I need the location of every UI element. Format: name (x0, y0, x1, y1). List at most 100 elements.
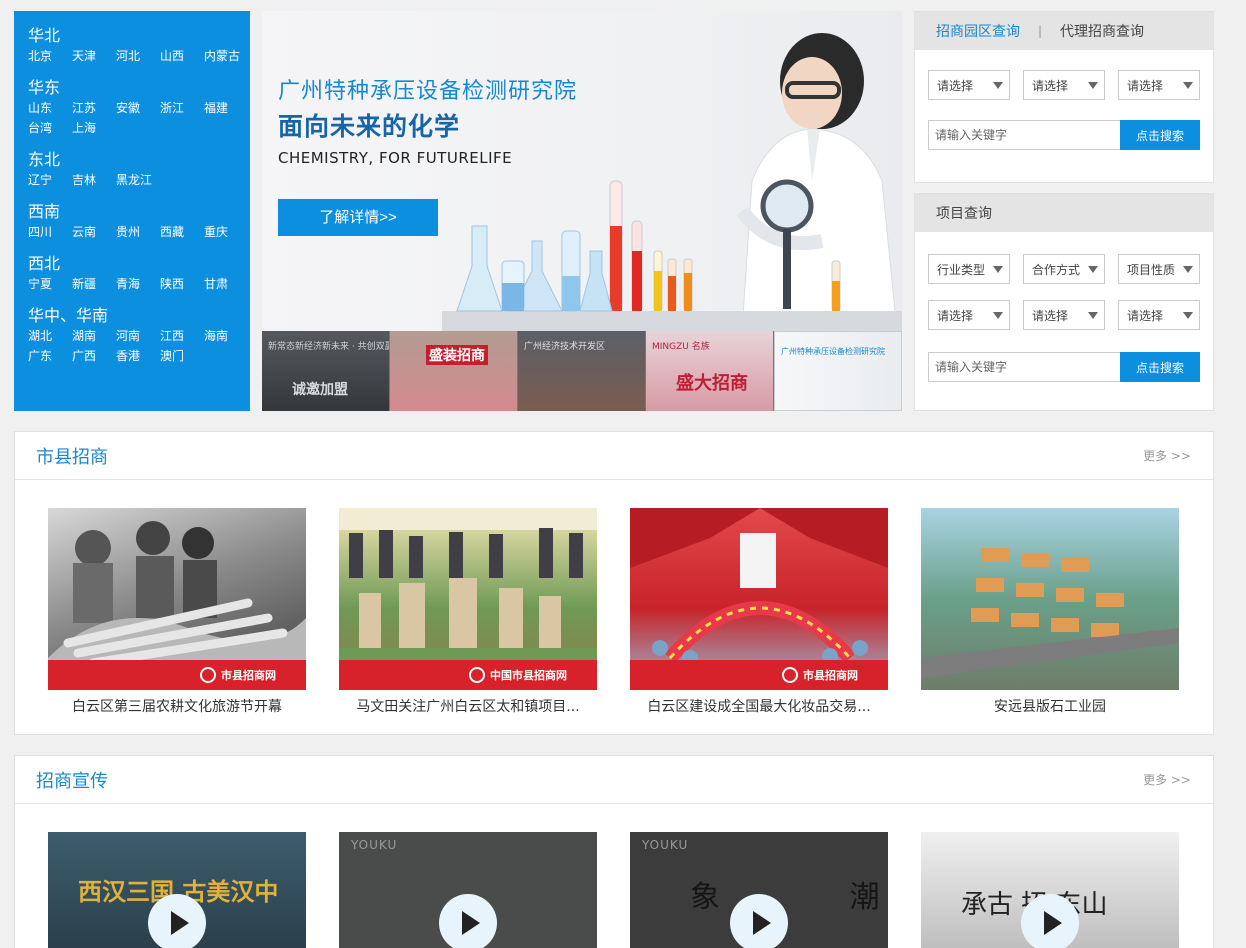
city-link[interactable]: 湖南 (72, 326, 116, 346)
banner-thumbnail[interactable]: 广州经济技术开发区 (518, 331, 646, 411)
city-link[interactable]: 重庆 (204, 222, 248, 242)
play-icon[interactable] (148, 894, 206, 948)
news-photo[interactable]: 中国市县招商网 (339, 508, 597, 690)
city-link[interactable]: 天津 (72, 46, 116, 66)
city-link[interactable]: 宁夏 (28, 274, 72, 294)
select-dropdown[interactable]: 请选择 (1023, 300, 1105, 330)
hero-banner[interactable]: 广州特种承压设备检测研究院 面向未来的化学 CHEMISTRY, FOR FUT… (262, 11, 902, 331)
youku-watermark: YOUKU (351, 838, 398, 852)
news-card[interactable]: 安远县版石工业园 (921, 508, 1179, 716)
news-caption[interactable]: 白云区第三届农耕文化旅游节开幕 (48, 696, 306, 716)
project-search-header: 项目查询 (915, 194, 1213, 232)
city-link[interactable]: 黑龙江 (116, 170, 160, 190)
news-caption[interactable]: 马文田关注广州白云区太和镇项目... (339, 696, 597, 716)
park-keyword-input[interactable] (928, 120, 1120, 150)
banner-thumbnail[interactable]: 新常态新经济新未来 · 共创双赢新格局 诚邀加盟 (262, 331, 390, 411)
more-link[interactable]: 更多 >> (1143, 447, 1191, 464)
select-dropdown[interactable]: 请选择 (928, 300, 1010, 330)
region-group-southwest: 西南 四川 云南 贵州 西藏 重庆 (28, 201, 250, 242)
industry-type-select[interactable]: 行业类型 (928, 254, 1010, 284)
news-photo[interactable] (921, 508, 1179, 690)
city-link[interactable]: 甘肃 (204, 274, 248, 294)
play-icon[interactable] (1021, 894, 1079, 948)
city-link[interactable]: 广东 (28, 346, 72, 366)
video-card[interactable]: 承古 招 东山 (921, 832, 1179, 948)
region-name[interactable]: 华北 (28, 25, 250, 46)
play-icon[interactable] (730, 894, 788, 948)
tab-agent-search[interactable]: 代理招商查询 (1060, 21, 1144, 41)
news-photo[interactable]: 市县招商网 (630, 508, 888, 690)
video-card[interactable]: YOUKU (339, 832, 597, 948)
watermark-text: 市县招商网 (803, 669, 858, 682)
select-dropdown[interactable]: 请选择 (928, 70, 1010, 100)
city-link[interactable]: 澳门 (160, 346, 204, 366)
city-link[interactable]: 河南 (116, 326, 160, 346)
region-cities: 辽宁 吉林 黑龙江 (28, 170, 250, 190)
video-thumbnail[interactable]: YOUKU 象 潮 (630, 832, 888, 948)
tab-park-search[interactable]: 招商园区查询 (936, 21, 1020, 41)
city-link[interactable]: 广西 (72, 346, 116, 366)
project-search-button[interactable]: 点击搜索 (1120, 352, 1200, 382)
city-link[interactable]: 贵州 (116, 222, 160, 242)
city-link[interactable]: 山东 (28, 98, 72, 118)
more-link[interactable]: 更多 >> (1143, 771, 1191, 788)
news-card[interactable]: 市县招商网 白云区建设成全国最大化妆品交易... (630, 508, 888, 716)
region-name[interactable]: 华中、华南 (28, 305, 250, 326)
select-dropdown[interactable]: 请选择 (1118, 300, 1200, 330)
news-card[interactable]: 市县招商网 白云区第三届农耕文化旅游节开幕 (48, 508, 306, 716)
select-dropdown[interactable]: 请选择 (1023, 70, 1105, 100)
news-caption[interactable]: 安远县版石工业园 (921, 696, 1179, 716)
city-link[interactable]: 海南 (204, 326, 248, 346)
city-link[interactable]: 香港 (116, 346, 160, 366)
city-link[interactable]: 江西 (160, 326, 204, 346)
city-link[interactable]: 内蒙古 (204, 46, 248, 66)
banner-english-tagline: CHEMISTRY, FOR FUTURELIFE (278, 149, 513, 167)
city-link[interactable]: 浙江 (160, 98, 204, 118)
video-card[interactable]: 西汉三国 古美汉中 (48, 832, 306, 948)
park-search-tabs: 招商园区查询 | 代理招商查询 (915, 12, 1213, 50)
city-link[interactable]: 四川 (28, 222, 72, 242)
region-cities: 山东 江苏 安徽 浙江 福建 台湾 上海 (28, 98, 250, 138)
region-name[interactable]: 西北 (28, 253, 250, 274)
banner-thumbnail[interactable]: 广州特种承压设备检测研究院 (774, 331, 902, 411)
project-keyword-input[interactable] (928, 352, 1120, 382)
park-search-button[interactable]: 点击搜索 (1120, 120, 1200, 150)
city-link[interactable]: 江苏 (72, 98, 116, 118)
region-name[interactable]: 西南 (28, 201, 250, 222)
news-caption[interactable]: 白云区建设成全国最大化妆品交易... (630, 696, 888, 716)
city-link[interactable]: 青海 (116, 274, 160, 294)
city-link[interactable]: 台湾 (28, 118, 72, 138)
region-name[interactable]: 华东 (28, 77, 250, 98)
city-link[interactable]: 福建 (204, 98, 248, 118)
video-card[interactable]: YOUKU 象 潮 (630, 832, 888, 948)
city-link[interactable]: 云南 (72, 222, 116, 242)
learn-more-button[interactable]: 了解详情>> (278, 199, 438, 236)
project-nature-select[interactable]: 项目性质 (1118, 254, 1200, 284)
city-link[interactable]: 山西 (160, 46, 204, 66)
video-thumbnail[interactable]: 承古 招 东山 (921, 832, 1179, 948)
city-link[interactable]: 北京 (28, 46, 72, 66)
city-link[interactable]: 吉林 (72, 170, 116, 190)
city-link[interactable]: 安徽 (116, 98, 160, 118)
city-link[interactable]: 新疆 (72, 274, 116, 294)
city-link[interactable]: 上海 (72, 118, 116, 138)
city-link[interactable]: 河北 (116, 46, 160, 66)
play-icon[interactable] (439, 894, 497, 948)
caret-down-icon (993, 266, 1003, 273)
city-link[interactable]: 陕西 (160, 274, 204, 294)
banner-thumbnail[interactable]: 盛装招商 (390, 331, 518, 411)
section-header: 招商宣传 更多 >> (15, 756, 1213, 804)
city-link[interactable]: 湖北 (28, 326, 72, 346)
region-cities: 北京 天津 河北 山西 内蒙古 (28, 46, 250, 66)
region-name[interactable]: 东北 (28, 149, 250, 170)
city-link[interactable]: 辽宁 (28, 170, 72, 190)
news-photo[interactable]: 市县招商网 (48, 508, 306, 690)
city-link[interactable]: 西藏 (160, 222, 204, 242)
news-card[interactable]: 中国市县招商网 马文田关注广州白云区太和镇项目... (339, 508, 597, 716)
banner-thumbnail[interactable]: MINGZU 名族 盛大招商 (646, 331, 774, 411)
video-thumbnail[interactable]: YOUKU (339, 832, 597, 948)
select-dropdown[interactable]: 请选择 (1118, 70, 1200, 100)
video-thumbnail[interactable]: 西汉三国 古美汉中 (48, 832, 306, 948)
cooperation-mode-select[interactable]: 合作方式 (1023, 254, 1105, 284)
banner-thumbnail-strip: 新常态新经济新未来 · 共创双赢新格局 诚邀加盟 盛装招商 广州经济技术开发区 … (262, 331, 902, 411)
